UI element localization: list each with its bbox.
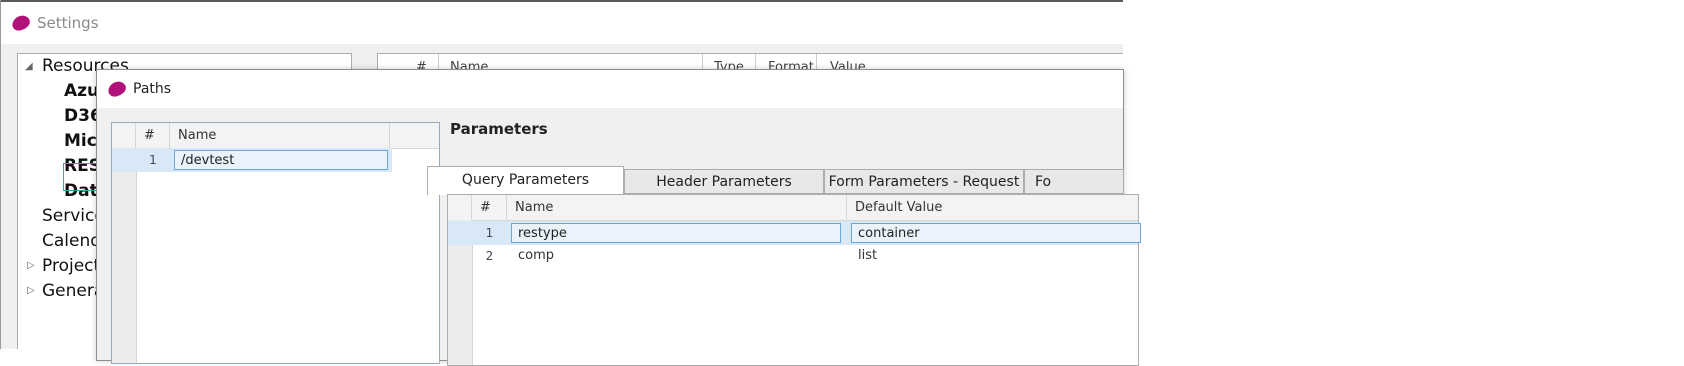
row-number: 2 [485,249,494,263]
col-header-name[interactable]: Name [170,123,390,148]
col-header-default-value[interactable]: Default Value [847,195,1147,220]
query-parameters-grid[interactable]: # Name Default Value 1 restype container… [447,194,1141,366]
tree-item-calendars[interactable]: Calend [42,231,101,251]
paths-title: Paths [133,81,172,97]
paths-grid[interactable]: # Name 1 /devtest [111,122,440,364]
settings-title: Settings [37,14,99,32]
tab-header-parameters[interactable]: Header Parameters [624,169,824,194]
param-default-cell[interactable]: container [851,223,1141,243]
row-number: 1 [485,226,494,240]
table-row[interactable]: 2 comp list [448,244,1138,268]
param-name-cell[interactable]: restype [511,223,841,243]
row-indicator-column [112,148,137,363]
collapsed-arrow-icon[interactable]: ▷ [27,285,35,296]
param-name-cell[interactable]: comp [518,244,554,268]
path-name-cell[interactable]: /devtest [174,150,388,170]
paths-dialog: Paths # Name 1 /devtest Parameters Query… [96,69,1141,366]
tree-item-azu[interactable]: Azu [64,81,99,101]
parameters-heading: Parameters [450,120,548,138]
param-default-cell[interactable]: list [858,244,877,268]
table-row[interactable]: 1 /devtest [112,148,392,172]
tab-form-parameters-request[interactable]: Form Parameters - Request [824,169,1024,194]
paths-grid-header: # Name [112,123,439,149]
tree-item-mic[interactable]: Mic [64,131,97,151]
col-header-num[interactable]: # [136,123,170,148]
tree-item-general[interactable]: Genera [42,281,104,301]
table-row[interactable]: 1 restype container [448,221,1141,245]
app-logo-icon [106,79,128,99]
tab-form-parameters-more[interactable]: Fo [1024,169,1124,194]
col-header-name[interactable]: Name [507,195,847,220]
paths-titlebar: Paths [97,70,1123,108]
row-number: 1 [149,153,157,167]
col-header-num[interactable]: # [472,195,507,220]
query-grid-header: # Name Default Value [448,195,1138,221]
expanded-arrow-icon[interactable]: ◢ [25,61,33,72]
app-logo-icon [10,13,32,33]
tree-item-projects[interactable]: Project [42,256,100,276]
settings-titlebar: Settings [1,0,1123,44]
collapsed-arrow-icon[interactable]: ▷ [27,260,35,271]
tab-query-parameters[interactable]: Query Parameters [427,166,624,195]
